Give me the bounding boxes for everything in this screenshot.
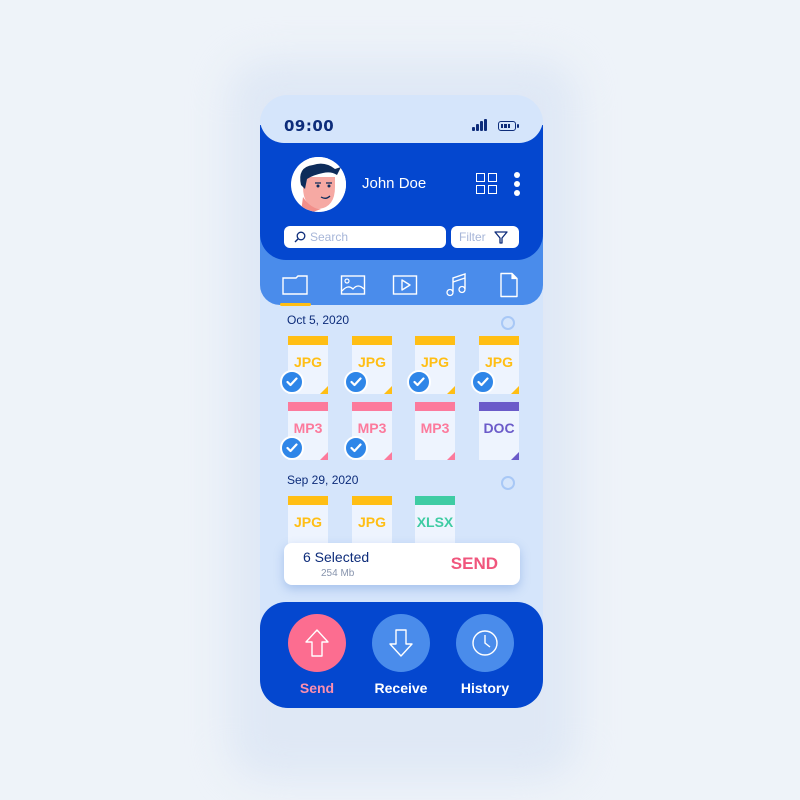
folder-icon: [282, 275, 308, 295]
clock-icon: [472, 630, 498, 656]
arrow-down-icon: [389, 629, 413, 657]
check-icon[interactable]: [280, 436, 304, 460]
history-nav-button[interactable]: [456, 614, 514, 672]
selected-count: 6 Selected: [303, 549, 370, 565]
file-extension: XLSX: [416, 514, 454, 530]
select-group-radio[interactable]: [501, 476, 515, 490]
active-tab-indicator: [280, 303, 311, 306]
file-extension: JPG: [293, 354, 322, 370]
file-color-bar: [352, 402, 392, 411]
receive-nav-button[interactable]: [372, 614, 430, 672]
arrow-up-icon: [305, 629, 329, 657]
filter-label: Filter: [459, 230, 486, 244]
bottom-nav: Send Receive History: [260, 602, 543, 708]
file-corner-fold: [447, 386, 455, 394]
file-item[interactable]: DOC: [479, 402, 519, 460]
file-color-bar: [415, 336, 455, 345]
file-extension: MP3: [293, 420, 323, 436]
file-extension: JPG: [357, 514, 386, 530]
send-nav-button[interactable]: [288, 614, 346, 672]
file-extension: JPG: [484, 354, 513, 370]
check-icon[interactable]: [407, 370, 431, 394]
battery-icon: [498, 121, 519, 131]
search-icon: [294, 231, 306, 243]
file-item[interactable]: MP3: [415, 402, 455, 460]
check-icon[interactable]: [344, 370, 368, 394]
file-corner-fold: [320, 386, 328, 394]
select-group-radio[interactable]: [501, 316, 515, 330]
image-icon: [340, 275, 366, 295]
file-color-bar: [352, 336, 392, 345]
tab-folders[interactable]: [282, 272, 308, 298]
tab-documents[interactable]: [496, 272, 522, 298]
history-nav-label: History: [460, 680, 510, 696]
signal-icon: [472, 119, 488, 131]
selection-bar: 6 Selected 254 Mb SEND: [284, 543, 520, 585]
file-color-bar: [479, 336, 519, 345]
profile-header: John Doe Search Filter: [260, 125, 543, 260]
status-time: 09:00: [284, 117, 335, 135]
file-extension: DOC: [483, 420, 515, 436]
selected-size: 254 Mb: [321, 568, 355, 579]
more-vertical-icon[interactable]: [514, 172, 520, 196]
file-color-bar: [415, 402, 455, 411]
document-icon: [500, 272, 518, 298]
file-corner-fold: [447, 452, 455, 460]
tab-images[interactable]: [340, 272, 366, 298]
file-color-bar: [479, 402, 519, 411]
file-corner-fold: [384, 386, 392, 394]
check-icon[interactable]: [471, 370, 495, 394]
check-icon[interactable]: [280, 370, 304, 394]
file-corner-fold: [384, 452, 392, 460]
filter-icon: [494, 230, 508, 244]
file-color-bar: [352, 496, 392, 505]
send-selected-button[interactable]: SEND: [451, 554, 498, 574]
file-extension: JPG: [293, 514, 322, 530]
check-icon[interactable]: [344, 436, 368, 460]
music-note-icon: [446, 273, 466, 297]
tab-music[interactable]: [444, 272, 470, 298]
filter-button[interactable]: Filter: [451, 226, 519, 248]
send-nav-label: Send: [299, 680, 335, 696]
phone-screen: 09:00 John Doe Search Filter Oct 5, 2020…: [260, 95, 543, 708]
file-color-bar: [288, 402, 328, 411]
file-corner-fold: [511, 386, 519, 394]
grid-view-icon[interactable]: [476, 173, 498, 195]
search-input[interactable]: Search: [284, 226, 446, 248]
file-color-bar: [288, 336, 328, 345]
video-play-icon: [392, 275, 418, 295]
search-placeholder: Search: [310, 230, 349, 244]
tab-videos[interactable]: [392, 272, 418, 298]
status-bar: 09:00: [260, 95, 543, 143]
file-corner-fold: [320, 452, 328, 460]
file-extension: JPG: [357, 354, 386, 370]
file-extension: MP3: [357, 420, 387, 436]
avatar-face-icon: [291, 157, 346, 212]
file-corner-fold: [511, 452, 519, 460]
file-extension: JPG: [420, 354, 449, 370]
user-avatar[interactable]: [291, 157, 346, 212]
group-date: Sep 29, 2020: [287, 473, 359, 487]
receive-nav-label: Receive: [374, 680, 428, 696]
group-date: Oct 5, 2020: [287, 313, 350, 327]
file-color-bar: [415, 496, 455, 505]
file-extension: MP3: [420, 420, 450, 436]
user-name: John Doe: [362, 175, 427, 192]
file-color-bar: [288, 496, 328, 505]
